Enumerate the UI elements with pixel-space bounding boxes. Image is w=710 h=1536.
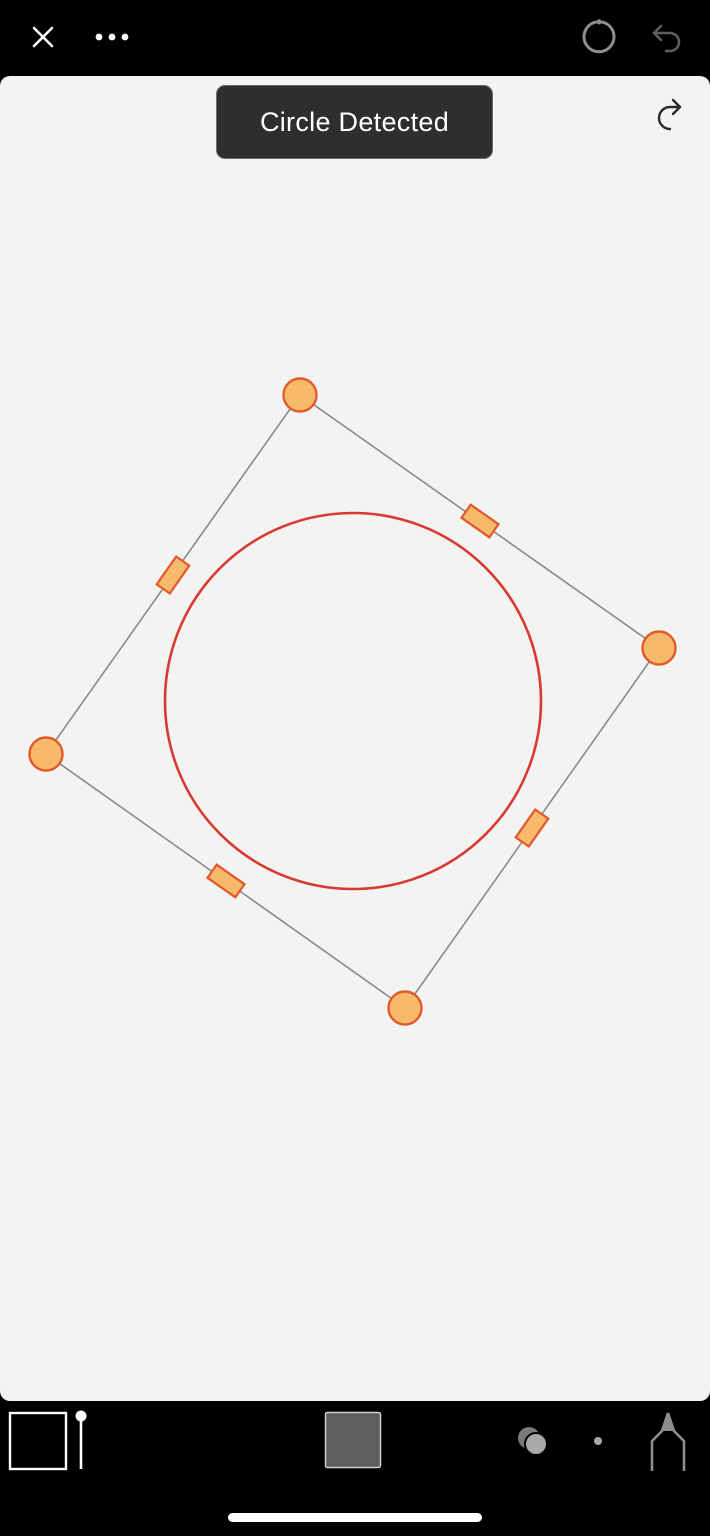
close-icon[interactable] [24, 18, 62, 56]
shape-overlay [28, 377, 677, 1026]
redo-icon[interactable] [650, 95, 690, 135]
home-indicator[interactable] [228, 1513, 482, 1522]
refresh-circle-icon[interactable] [578, 16, 620, 58]
dot-icon[interactable] [588, 1431, 608, 1451]
blend-circles-icon[interactable] [514, 1423, 554, 1461]
corner-handle-top[interactable] [282, 377, 318, 413]
shape-detected-toast: Circle Detected [216, 85, 493, 159]
color-swatch[interactable] [324, 1411, 382, 1469]
canvas-frame-icon[interactable] [8, 1411, 68, 1471]
edge-handle-top-left[interactable] [155, 554, 191, 596]
bounding-quad [44, 393, 661, 1010]
edge-handle-top-right[interactable] [459, 503, 501, 539]
corner-handle-left[interactable] [28, 736, 64, 772]
drawing-app: Circle Detected [0, 0, 710, 1536]
more-dots-icon[interactable] [90, 18, 134, 56]
drawing-canvas[interactable]: Circle Detected [0, 76, 710, 1401]
corner-handle-bottom[interactable] [387, 990, 423, 1026]
edge-handle-bottom-left[interactable] [205, 863, 247, 899]
top-toolbar [0, 0, 710, 76]
edge-handle-bottom-right[interactable] [514, 807, 550, 849]
brush-size-icon[interactable] [72, 1409, 90, 1471]
corner-handle-right[interactable] [641, 630, 677, 666]
detected-circle [163, 511, 543, 891]
fountain-pen-icon[interactable] [640, 1409, 696, 1475]
undo-icon[interactable] [646, 16, 688, 58]
